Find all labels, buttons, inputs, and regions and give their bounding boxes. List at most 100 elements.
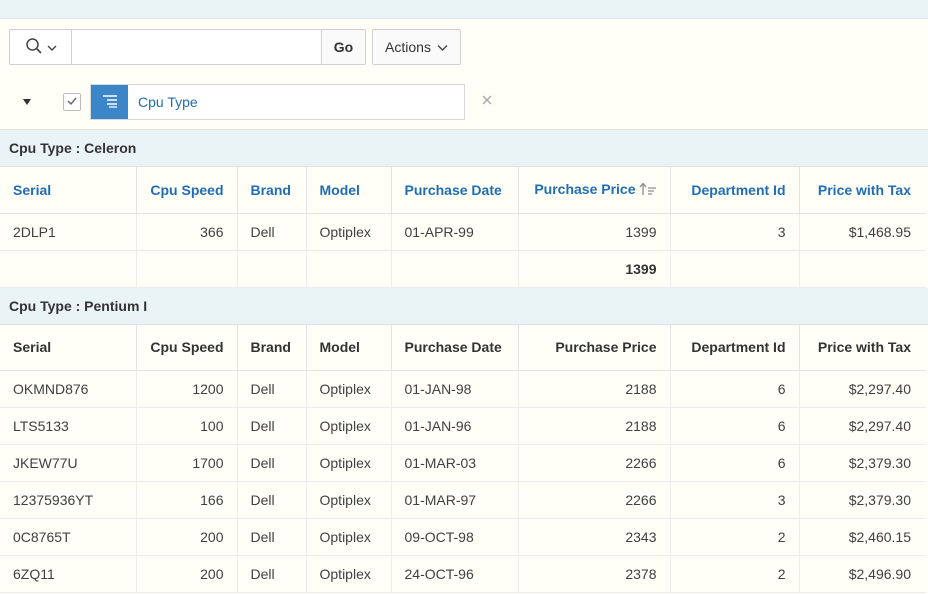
cell-model: Optiplex bbox=[306, 481, 392, 519]
cell-purchase-price: 2266 bbox=[518, 444, 671, 482]
group-header: Cpu Type : Pentium I bbox=[0, 287, 928, 325]
cell-serial: JKEW77U bbox=[0, 444, 137, 482]
table-row: 6ZQ11 200 Dell Optiplex 24-OCT-96 2378 2… bbox=[0, 555, 926, 593]
control-break-filter[interactable]: Cpu Type bbox=[90, 84, 465, 120]
cell-serial: 0C8765T bbox=[0, 518, 137, 556]
column-header-model[interactable]: Model bbox=[306, 324, 392, 371]
column-header-serial[interactable]: Serial bbox=[0, 167, 137, 214]
cell-price-with-tax: $2,379.30 bbox=[799, 444, 926, 482]
cell-model: Optiplex bbox=[306, 213, 392, 251]
cell-model: Optiplex bbox=[306, 555, 392, 593]
column-header-purchase-price[interactable]: Purchase Price bbox=[518, 167, 671, 214]
total-cell bbox=[670, 250, 800, 288]
sort-ascending-icon bbox=[639, 182, 657, 199]
table-row: 12375936YT 166 Dell Optiplex 01-MAR-97 2… bbox=[0, 481, 926, 519]
cell-serial: LTS5133 bbox=[0, 407, 137, 445]
column-header-purchase-price-label: Purchase Price bbox=[534, 180, 636, 197]
cell-purchase-price: 1399 bbox=[518, 213, 671, 251]
report-region: Cpu Type : Celeron Serial Cpu Speed Bran… bbox=[0, 130, 928, 593]
cell-price-with-tax: $1,468.95 bbox=[799, 213, 926, 251]
cell-serial: 6ZQ11 bbox=[0, 555, 137, 593]
cell-cpu-speed: 166 bbox=[136, 481, 238, 519]
cell-purchase-date: 01-JAN-98 bbox=[391, 370, 519, 408]
cell-purchase-date: 24-OCT-96 bbox=[391, 555, 519, 593]
column-header-purchase-date[interactable]: Purchase Date bbox=[391, 167, 519, 214]
cell-purchase-price: 2188 bbox=[518, 407, 671, 445]
list-indent-icon bbox=[101, 94, 119, 111]
cell-purchase-price: 2266 bbox=[518, 481, 671, 519]
header-row: Serial Cpu Speed Brand Model Purchase Da… bbox=[0, 324, 926, 371]
control-break-icon-box[interactable] bbox=[91, 85, 128, 119]
column-header-brand[interactable]: Brand bbox=[237, 324, 307, 371]
cell-brand: Dell bbox=[237, 407, 307, 445]
cell-department-id: 6 bbox=[670, 370, 800, 408]
triangle-down-icon bbox=[21, 95, 33, 111]
cell-purchase-date: 01-APR-99 bbox=[391, 213, 519, 251]
cell-brand: Dell bbox=[237, 444, 307, 482]
remove-filter-button[interactable] bbox=[480, 93, 494, 107]
column-header-price-with-tax[interactable]: Price with Tax bbox=[799, 324, 926, 371]
cell-department-id: 6 bbox=[670, 407, 800, 445]
total-cell bbox=[237, 250, 307, 288]
cell-brand: Dell bbox=[237, 370, 307, 408]
total-cell bbox=[306, 250, 392, 288]
table-row: OKMND876 1200 Dell Optiplex 01-JAN-98 21… bbox=[0, 370, 926, 408]
total-cell bbox=[391, 250, 519, 288]
chevron-down-icon bbox=[47, 39, 57, 55]
column-header-model[interactable]: Model bbox=[306, 167, 392, 214]
cell-cpu-speed: 366 bbox=[136, 213, 238, 251]
column-header-cpu-speed[interactable]: Cpu Speed bbox=[136, 324, 238, 371]
column-header-price-with-tax[interactable]: Price with Tax bbox=[799, 167, 926, 214]
control-break-label[interactable]: Cpu Type bbox=[128, 94, 198, 110]
column-header-cpu-speed[interactable]: Cpu Speed bbox=[136, 167, 238, 214]
cell-price-with-tax: $2,297.40 bbox=[799, 370, 926, 408]
total-row: 1399 bbox=[0, 250, 926, 288]
table-row: 2DLP1 366 Dell Optiplex 01-APR-99 1399 3… bbox=[0, 213, 926, 251]
cell-purchase-date: 01-MAR-97 bbox=[391, 481, 519, 519]
cell-model: Optiplex bbox=[306, 444, 392, 482]
go-button[interactable]: Go bbox=[321, 30, 365, 64]
close-icon bbox=[480, 94, 494, 110]
actions-button[interactable]: Actions bbox=[372, 29, 461, 65]
cell-department-id: 2 bbox=[670, 555, 800, 593]
checkmark-icon bbox=[66, 94, 78, 110]
cell-department-id: 6 bbox=[670, 444, 800, 482]
cell-serial: 2DLP1 bbox=[0, 213, 137, 251]
top-strip bbox=[0, 0, 928, 19]
table-row: JKEW77U 1700 Dell Optiplex 01-MAR-03 226… bbox=[0, 444, 926, 482]
report-toolbar: Go Actions bbox=[0, 19, 928, 75]
cell-price-with-tax: $2,460.15 bbox=[799, 518, 926, 556]
total-cell bbox=[0, 250, 137, 288]
cell-purchase-price: 2378 bbox=[518, 555, 671, 593]
control-break-checkbox[interactable] bbox=[63, 93, 81, 111]
column-header-purchase-price[interactable]: Purchase Price bbox=[518, 324, 671, 371]
search-input[interactable] bbox=[72, 30, 321, 64]
column-header-department-id[interactable]: Department Id bbox=[670, 167, 800, 214]
cell-purchase-price: 2343 bbox=[518, 518, 671, 556]
cell-cpu-speed: 1700 bbox=[136, 444, 238, 482]
cell-cpu-speed: 1200 bbox=[136, 370, 238, 408]
column-header-serial[interactable]: Serial bbox=[0, 324, 137, 371]
table-row: LTS5133 100 Dell Optiplex 01-JAN-96 2188… bbox=[0, 407, 926, 445]
column-header-brand[interactable]: Brand bbox=[237, 167, 307, 214]
total-cell bbox=[136, 250, 238, 288]
control-break-row: Cpu Type bbox=[0, 75, 928, 130]
search-column-button[interactable] bbox=[10, 30, 72, 64]
cell-cpu-speed: 200 bbox=[136, 555, 238, 593]
cell-purchase-date: 09-OCT-98 bbox=[391, 518, 519, 556]
actions-label: Actions bbox=[385, 39, 431, 55]
collapse-toggle[interactable] bbox=[21, 95, 33, 107]
column-header-purchase-date[interactable]: Purchase Date bbox=[391, 324, 519, 371]
cell-cpu-speed: 100 bbox=[136, 407, 238, 445]
cell-department-id: 3 bbox=[670, 481, 800, 519]
total-cell bbox=[799, 250, 926, 288]
column-header-department-id[interactable]: Department Id bbox=[670, 324, 800, 371]
cell-serial: OKMND876 bbox=[0, 370, 137, 408]
search-group: Go bbox=[9, 29, 366, 65]
cell-brand: Dell bbox=[237, 518, 307, 556]
header-row: Serial Cpu Speed Brand Model Purchase Da… bbox=[0, 167, 926, 214]
cell-price-with-tax: $2,379.30 bbox=[799, 481, 926, 519]
cell-purchase-date: 01-JAN-96 bbox=[391, 407, 519, 445]
cell-cpu-speed: 200 bbox=[136, 518, 238, 556]
total-purchase-price: 1399 bbox=[518, 250, 671, 288]
